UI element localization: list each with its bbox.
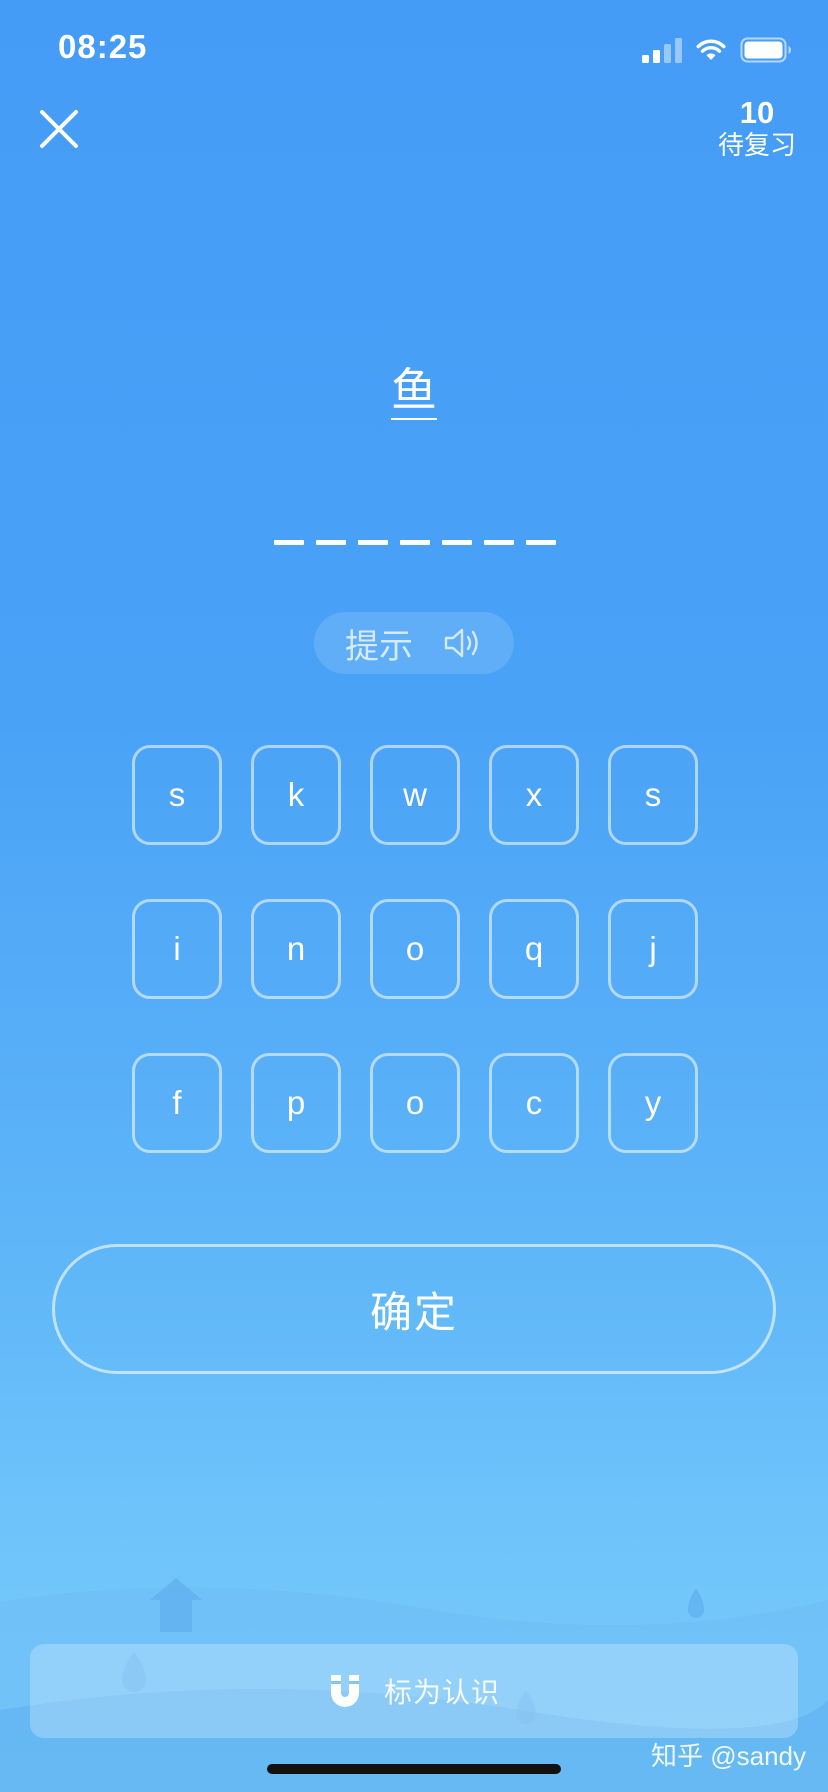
letter-key[interactable]: k <box>251 745 341 845</box>
letter-key[interactable]: f <box>132 1053 222 1153</box>
answer-blank <box>358 540 388 545</box>
battery-icon <box>740 37 791 63</box>
letter-key[interactable]: j <box>608 899 698 999</box>
letter-keyboard: skwxsinoqjfpocy <box>132 745 698 1153</box>
letter-key[interactable]: c <box>489 1053 579 1153</box>
magnet-icon <box>330 1675 359 1707</box>
letter-key[interactable]: i <box>132 899 222 999</box>
answer-blank <box>274 540 304 545</box>
letter-key[interactable]: n <box>251 899 341 999</box>
speaker-icon <box>444 628 478 658</box>
watermark: 知乎 @sandy <box>651 1741 806 1771</box>
question-word-text: 鱼 <box>391 364 437 420</box>
letter-key[interactable]: o <box>370 899 460 999</box>
close-icon <box>40 110 78 148</box>
answer-blanks <box>274 540 556 545</box>
answer-blank <box>316 540 346 545</box>
hint-button[interactable]: 提示 <box>314 612 514 674</box>
letter-key[interactable]: s <box>132 745 222 845</box>
letter-key[interactable]: o <box>370 1053 460 1153</box>
cellular-signal-icon <box>642 37 682 63</box>
answer-blank <box>526 540 556 545</box>
hint-label: 提示 <box>345 627 413 666</box>
confirm-label: 确定 <box>369 1288 458 1336</box>
home-indicator[interactable] <box>267 1764 561 1774</box>
letter-key[interactable]: s <box>608 745 698 845</box>
question-word: 鱼 <box>0 362 828 420</box>
answer-blank <box>400 540 430 545</box>
status-icons <box>642 32 792 68</box>
review-label: 待复习 <box>717 130 796 160</box>
letter-key[interactable]: q <box>489 899 579 999</box>
letter-key[interactable]: p <box>251 1053 341 1153</box>
letter-key[interactable]: w <box>370 745 460 845</box>
status-time: 08:25 <box>58 28 148 65</box>
mark-known-label: 标为认识 <box>383 1677 500 1708</box>
wifi-icon <box>696 39 726 60</box>
letter-key[interactable]: y <box>608 1053 698 1153</box>
answer-blank <box>484 540 514 545</box>
review-count: 10 <box>739 95 775 130</box>
letter-key[interactable]: x <box>489 745 579 845</box>
review-counter[interactable]: 10 待复习 <box>712 95 802 161</box>
answer-blank <box>442 540 472 545</box>
confirm-button[interactable]: 确定 <box>52 1244 776 1374</box>
close-button[interactable] <box>34 104 84 154</box>
mark-known-button[interactable]: 标为认识 <box>30 1644 798 1738</box>
